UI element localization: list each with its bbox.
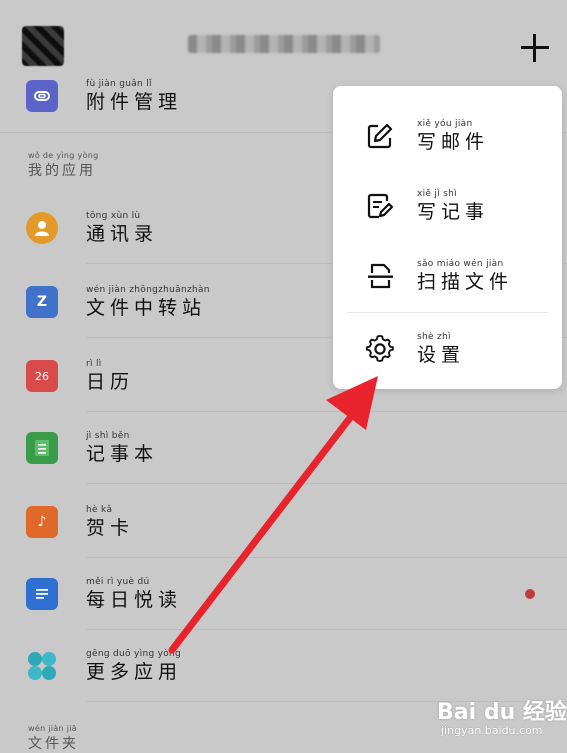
red-arrow-annotation <box>168 376 378 654</box>
watermark-text: Bai du 经验 <box>437 700 567 725</box>
watermark-url: jingyan.baidu.com <box>441 724 543 737</box>
baidu-jingyan-watermark: Bai du 经验 jingyan.baidu.com <box>437 690 567 742</box>
